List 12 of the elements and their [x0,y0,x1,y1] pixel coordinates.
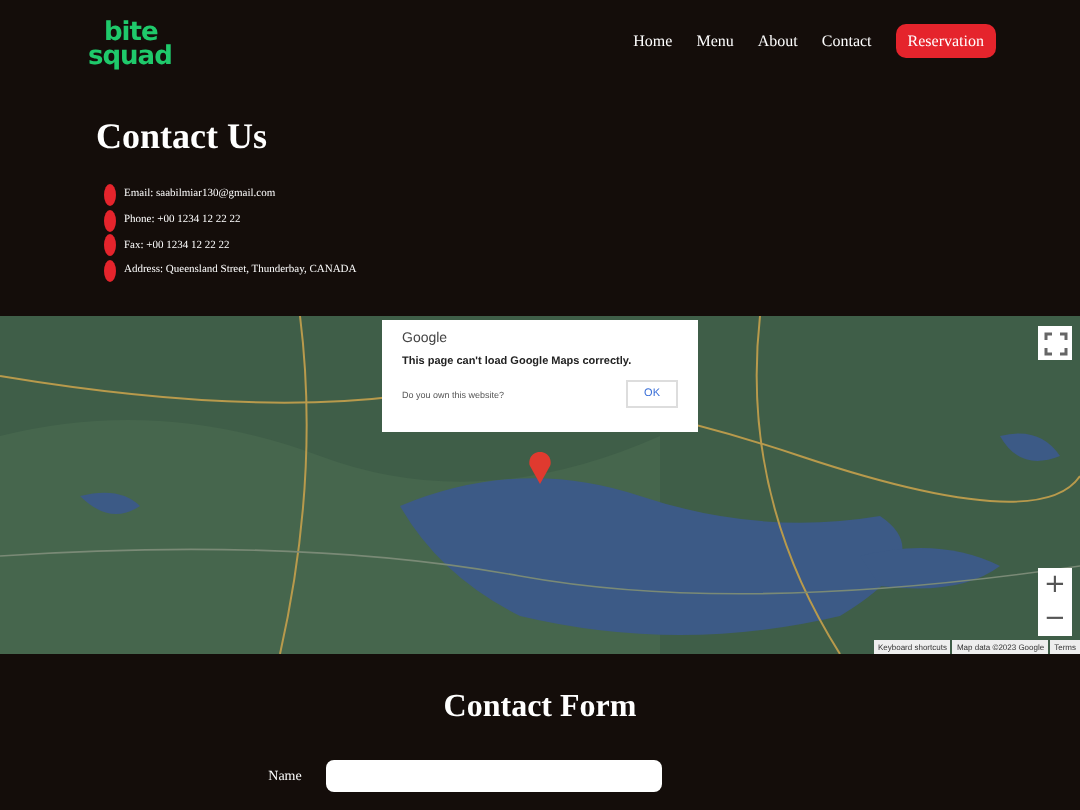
fullscreen-icon [1043,331,1067,355]
bullet-icon [104,183,116,206]
fullscreen-button[interactable] [1038,326,1072,360]
input-field[interactable] [325,760,662,792]
nav-link[interactable]: Menu [696,32,734,50]
logo[interactable]: bite squad [88,22,172,70]
nav-link[interactable]: Home [633,32,673,50]
page-title: Contact Us [96,114,269,158]
nav-link[interactable]: Contact [821,32,872,50]
form-title: Contact Form [443,688,637,728]
nav-link[interactable]: About [757,32,798,50]
reservation-button[interactable]: Reservation [895,24,996,58]
